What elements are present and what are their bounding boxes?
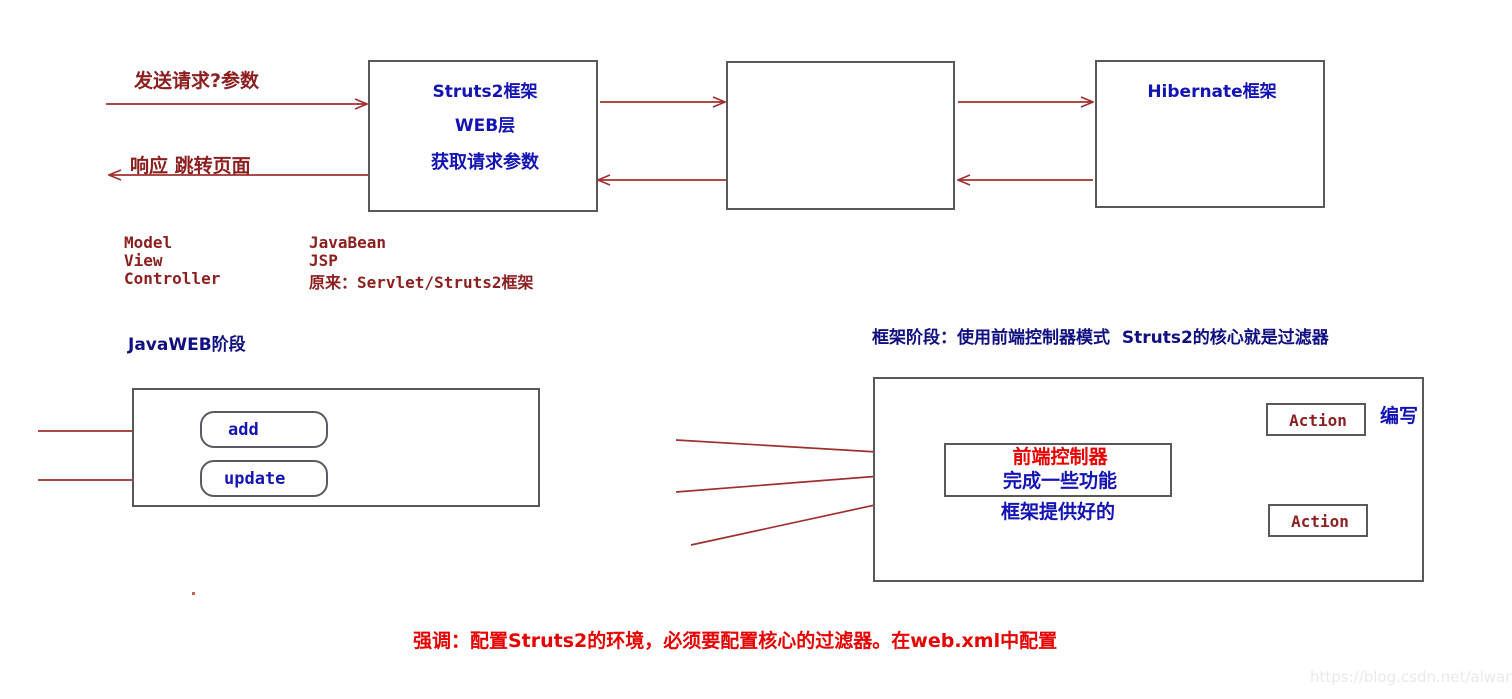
servlet-update-box[interactable]: update xyxy=(200,460,328,497)
front-controller-box: 前端控制器 完成一些功能 xyxy=(944,443,1172,497)
watermark: https://blog.csdn.net/alwarse xyxy=(1310,668,1512,686)
javaweb-stage-box xyxy=(132,388,540,507)
mvc-role: Model xyxy=(124,233,173,252)
footer-emphasis: 强调：配置Struts2的环境，必须要配置核心的过滤器。在web.xml中配置 xyxy=(413,630,1058,652)
servlet-add-label: add xyxy=(228,419,259,440)
servlet-add-box[interactable]: add xyxy=(200,411,328,448)
action-box-2-label: Action xyxy=(1291,512,1349,531)
mvc-impl: JSP xyxy=(309,251,338,270)
framework-provided-note: 框架提供好的 xyxy=(1000,501,1115,523)
request-label: 发送请求?参数 xyxy=(134,70,260,92)
service-box xyxy=(726,61,955,210)
front-controller-line2: 完成一些功能 xyxy=(1002,470,1117,492)
struts2-box-line3: 获取请求参数 xyxy=(431,152,539,173)
diagram-canvas: Struts2框架 WEB层 获取请求参数 Hibernate框架 发送请求?参… xyxy=(0,0,1512,699)
javaweb-stage-heading: JavaWEB阶段 xyxy=(128,335,246,355)
mvc-impl: JavaBean xyxy=(309,233,387,252)
mvc-impl: 原来：Servlet/Struts2框架 xyxy=(309,273,534,292)
action-box-1[interactable]: Action xyxy=(1266,403,1366,436)
struts2-box-line1: Struts2框架 xyxy=(432,82,538,102)
servlet-update-label: update xyxy=(224,468,286,489)
struts2-box-line2: WEB层 xyxy=(454,116,516,136)
hibernate-box: Hibernate框架 xyxy=(1095,60,1325,208)
front-controller-line1: 前端控制器 xyxy=(1012,446,1108,468)
hibernate-box-line1: Hibernate框架 xyxy=(1147,82,1277,102)
framework-write-note: 编写 xyxy=(1380,405,1419,427)
action-box-2[interactable]: Action xyxy=(1268,504,1368,537)
struts2-box: Struts2框架 WEB层 获取请求参数 xyxy=(368,60,598,212)
action-box-1-label: Action xyxy=(1289,411,1347,430)
response-label: 响应 跳转页面 xyxy=(130,155,251,177)
stray-dot xyxy=(192,592,195,595)
mvc-role: Controller xyxy=(124,269,221,288)
framework-stage-heading: 框架阶段：使用前端控制器模式 Struts2的核心就是过滤器 xyxy=(872,328,1329,348)
mvc-role: View xyxy=(124,251,163,270)
